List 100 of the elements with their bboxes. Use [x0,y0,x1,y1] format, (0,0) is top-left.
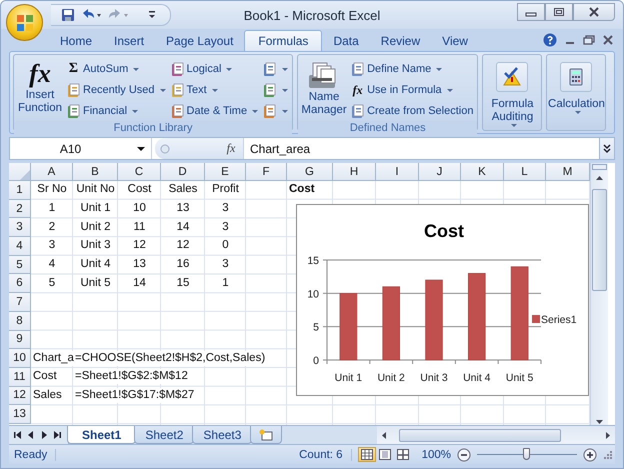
save-icon[interactable] [61,8,75,22]
chart-area[interactable]: Cost 0 5 10 15 Unit 1 Unit 2 Unit 3 Unit 4 Unit 5 Series1 [296,204,589,396]
resize-handle-icon[interactable] [159,142,171,154]
ribbon-button[interactable]: Logical [168,59,260,79]
row-header[interactable]: 3 [9,218,31,238]
table-cell: 14 [176,220,190,235]
normal-view-button[interactable] [358,447,376,462]
column-header[interactable]: L [504,163,546,181]
ribbon-button[interactable]: fx Use in Formula [348,80,476,100]
scroll-right-icon[interactable] [605,430,611,440]
ribbon-tab[interactable]: Data [322,30,370,51]
resize-grip-icon[interactable] [603,450,613,460]
restore-icon[interactable] [583,35,595,45]
first-sheet-icon[interactable] [13,430,23,440]
ribbon-tab[interactable]: Home [49,30,104,51]
zoom-level[interactable]: 100% [422,448,451,460]
ribbon-button[interactable]: Recently Used [64,80,168,100]
book-icon [66,82,81,98]
column-header[interactable]: B [73,163,118,181]
ribbon-button[interactable]: Text [168,80,260,100]
table-cell: 13 [176,201,190,216]
expand-formula-bar-button[interactable] [599,138,614,159]
ribbon-large-button[interactable]: Calculation [549,57,604,130]
zoom-in-icon[interactable] [583,448,597,462]
book-icon [262,82,278,98]
ribbon-button[interactable]: Financial [64,101,168,121]
row-header[interactable]: 8 [9,312,31,330]
insert-function-button[interactable]: fx [219,138,243,159]
column-header[interactable]: G [287,163,333,181]
restore-button[interactable] [545,3,573,21]
column-header[interactable]: C [118,163,161,181]
insert-sheet-button[interactable] [250,426,282,444]
row-header[interactable]: 5 [9,256,31,274]
column-header[interactable]: A [31,163,73,181]
book-icon [262,62,278,76]
name-box[interactable]: A10 [10,138,152,159]
ribbon-tab[interactable]: Insert [103,30,156,51]
window-title: Book1 - Microsoft Excel [242,8,382,22]
customize-toolbar-icon[interactable] [148,10,156,20]
column-header[interactable]: K [461,163,504,181]
ribbon-large-button[interactable]: fx Insert Function [16,57,64,121]
column-header[interactable]: F [246,163,287,181]
office-button[interactable] [6,4,43,41]
sheet-tab[interactable]: Sheet3 [192,426,252,444]
scroll-left-icon[interactable] [381,430,387,440]
ribbon-button[interactable]: Σ AutoSum [64,59,168,79]
view-icon [378,449,391,460]
row-header[interactable]: 9 [9,330,31,350]
row-header[interactable]: 1 [9,181,31,200]
row-header[interactable]: 7 [9,293,31,312]
column-header[interactable]: I [376,163,419,181]
row-header[interactable]: 11 [9,368,31,387]
table-cell: 15 [176,276,190,291]
ribbon-tab[interactable]: Page Layout [155,30,244,51]
row-header[interactable]: 2 [9,200,31,218]
table-cell: Chart_a [33,350,75,366]
chart-title: Cost [424,221,464,241]
help-icon[interactable] [543,33,557,47]
ribbon-tab[interactable]: Review [370,30,432,51]
close-icon[interactable] [603,35,613,45]
close-button[interactable] [573,3,615,21]
ribbon-button[interactable]: Date & Time [168,101,260,121]
last-sheet-icon[interactable] [52,430,62,440]
table-cell: 14 [133,276,146,291]
zoom-slider-thumb[interactable] [523,448,530,460]
ribbon-tab[interactable]: Formulas [244,30,322,51]
column-header[interactable]: M [546,163,590,181]
table-cell: Unit 2 [80,220,111,235]
ribbon-button[interactable]: Create from Selection [348,101,476,121]
column-header[interactable]: E [205,163,246,181]
ribbon-button[interactable]: Define Name [348,59,476,79]
table-cell: Unit 4 [80,257,111,272]
row-header[interactable]: 12 [9,386,31,406]
previous-sheet-icon[interactable] [26,430,36,440]
scroll-thumb[interactable] [399,428,561,442]
vertical-scrollbar[interactable] [590,163,608,425]
scroll-up-icon[interactable] [595,175,604,181]
sheet-tab[interactable]: Sheet1 [67,426,136,444]
zoom-out-icon[interactable] [457,448,471,462]
status-text: Ready [9,448,56,460]
scroll-thumb[interactable] [592,189,607,291]
next-sheet-icon[interactable] [39,430,49,440]
split-handle[interactable] [592,164,607,170]
book-icon [350,62,366,76]
row-header[interactable]: 10 [9,349,31,368]
row-header[interactable]: 4 [9,237,31,256]
category-label: Unit 3 [420,372,448,384]
column-header[interactable]: D [161,163,205,181]
ribbon-tab[interactable]: View [431,30,479,51]
horizontal-scrollbar[interactable] [377,426,615,444]
table-cell: 4 [48,257,56,272]
row-header[interactable]: 13 [9,405,31,424]
column-header[interactable]: H [333,163,376,181]
ribbon-large-button[interactable]: Formula Auditing [485,57,540,130]
category-label: Unit 1 [334,372,362,384]
column-header[interactable]: J [419,163,461,181]
sheet-tab[interactable]: Sheet2 [134,426,194,444]
minimize-button[interactable] [517,3,545,21]
ribbon-large-button[interactable]: Name Manager [300,57,348,121]
row-header[interactable]: 6 [9,274,31,294]
